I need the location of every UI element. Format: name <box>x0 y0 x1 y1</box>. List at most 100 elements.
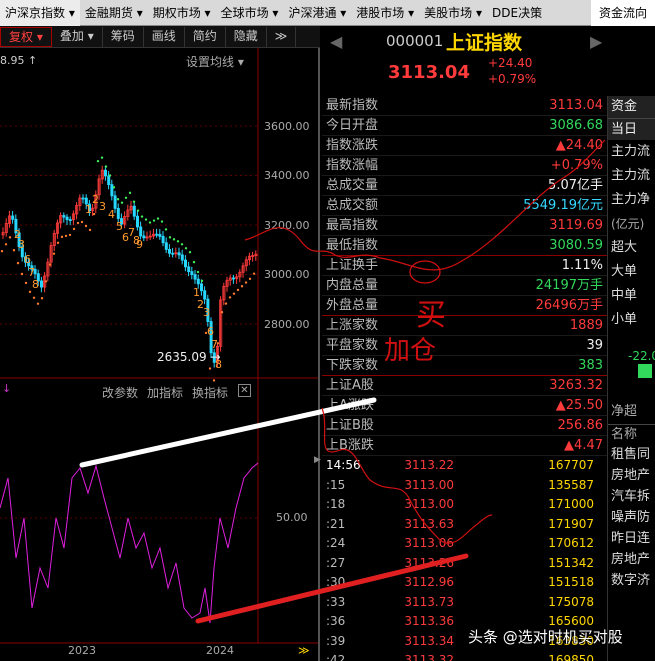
tick-t: :42 <box>326 653 346 661</box>
change-indicator-button[interactable]: 换指标 <box>192 384 228 401</box>
stop-dot <box>120 201 124 204</box>
sector-item[interactable]: 汽车拆 <box>608 486 655 507</box>
size-small: 小单 <box>611 312 638 327</box>
kline-chart[interactable]: 23678123456789123678 8.95 ↑ 设置均线 ▾ 3600.… <box>0 48 320 661</box>
candle-body <box>81 197 85 200</box>
draw-line-button[interactable]: 画线 <box>144 26 185 47</box>
quote-label: 指数涨幅 <box>326 158 379 173</box>
menu-options[interactable]: 期权市场 ▾ <box>148 0 216 26</box>
expand-icon[interactable]: ≫ <box>267 26 297 47</box>
menu-index[interactable]: 沪深京指数 ▾ <box>0 0 80 26</box>
stop-dot <box>200 279 204 283</box>
simple-mode-button[interactable]: 简约 <box>185 26 226 47</box>
td-label: 2 <box>92 193 99 206</box>
quote-label: 总成交额 <box>326 198 379 213</box>
tab-today[interactable]: 当日 <box>608 118 655 140</box>
sector-item[interactable]: 租售同 <box>608 444 655 465</box>
tick-p: 3113.00 <box>404 497 454 511</box>
menu-connect[interactable]: 沪深港通 ▾ <box>283 0 351 26</box>
chip-button[interactable]: 筹码 <box>103 26 144 47</box>
quote-value: ▲24.40 <box>555 138 603 153</box>
quote-value: 5549.19亿元 <box>523 198 603 213</box>
candle-body <box>183 259 187 268</box>
sector-item[interactable]: 数字济 <box>608 570 655 591</box>
candle-body <box>107 175 111 185</box>
sector-item[interactable]: 噪声防 <box>608 507 655 528</box>
tick-row: :27 3113.26 151342 <box>322 554 607 574</box>
quote-value: 3080.59 <box>549 238 603 253</box>
candle-body <box>199 283 203 292</box>
candle-body <box>190 271 194 276</box>
quote-label: 今日开盘 <box>326 118 379 133</box>
quote-row: 上证A股 3263.32 <box>322 376 607 396</box>
menu-us[interactable]: 美股市场 ▾ <box>419 0 487 26</box>
candle-body <box>231 277 235 280</box>
quote-row: 最高指数 3119.69 <box>322 216 607 236</box>
stop-dot <box>60 235 64 239</box>
tab-capital[interactable]: 资金 <box>608 96 655 118</box>
candle-body <box>113 195 117 209</box>
stop-dot <box>196 270 200 274</box>
candle-body <box>68 219 72 221</box>
flow-main-out: 主力流 <box>611 168 651 183</box>
stop-dot <box>40 297 44 300</box>
menu-futures[interactable]: 金融期货 ▾ <box>80 0 148 26</box>
indicator-toggle-icon[interactable]: ↓ <box>2 382 11 395</box>
unit-label: (亿元) <box>611 217 645 231</box>
candle-body <box>104 169 108 177</box>
stop-dot <box>96 159 100 163</box>
menu-global[interactable]: 全球市场 ▾ <box>216 0 284 26</box>
panel-splitter[interactable]: ▶ <box>314 455 322 475</box>
menu-dde[interactable]: DDE决策 <box>487 0 547 26</box>
tick-row: :42 3113.32 169850 <box>322 651 607 661</box>
x-tick-2024: 2024 <box>206 644 234 657</box>
modify-params-button[interactable]: 改参数 <box>102 384 138 401</box>
quote-row: 最新指数 3113.04 <box>322 96 607 116</box>
candle-body <box>155 233 159 236</box>
sector-item[interactable]: 房地产 <box>608 465 655 486</box>
next-arrow-icon[interactable]: ▶ <box>590 32 602 51</box>
size-medium: 中单 <box>611 288 638 303</box>
quote-value: 383 <box>578 358 603 373</box>
sector-item[interactable]: 房地产 <box>608 549 655 570</box>
tick-p: 3113.63 <box>404 516 454 531</box>
bar-value: -22.0 <box>628 349 655 363</box>
scroll-right-icon[interactable]: ≫ <box>298 644 310 657</box>
ma-setting[interactable]: 设置均线 ▾ <box>186 53 244 70</box>
tick-p: 3113.73 <box>404 594 454 609</box>
hide-button[interactable]: 隐藏 <box>226 26 267 47</box>
stop-dot <box>160 220 164 223</box>
stop-dot <box>208 367 212 370</box>
quote-label: 上涨家数 <box>326 318 379 333</box>
stop-dot <box>240 285 244 288</box>
menu-capital-flow[interactable]: 资金流向 <box>590 0 655 26</box>
quote-label: 平盘家数 <box>326 338 379 353</box>
sector-item[interactable]: 昨日连 <box>608 528 655 549</box>
quote-label: 内盘总量 <box>326 278 379 293</box>
candle-body <box>167 249 171 254</box>
menu-hk[interactable]: 港股市场 ▾ <box>351 0 419 26</box>
quote-label: 上B涨跌 <box>326 438 374 453</box>
stop-dot <box>156 217 160 220</box>
header-change: +24.40 <box>488 56 533 70</box>
td-label: 6 <box>207 325 214 338</box>
stop-dot <box>232 292 236 295</box>
prev-arrow-icon[interactable]: ◀ <box>330 32 342 51</box>
quote-value: 39 <box>586 338 603 353</box>
stop-dot <box>52 252 56 255</box>
stop-dot <box>112 186 116 189</box>
td-label: 9 <box>136 238 143 251</box>
stop-dot <box>136 209 140 212</box>
stock-name: 上证指数 <box>446 32 523 54</box>
add-indicator-button[interactable]: 加指标 <box>147 384 183 401</box>
tick-t: :33 <box>326 594 346 609</box>
tick-row: :24 3113.06 170612 <box>322 534 607 554</box>
overlay-button[interactable]: 叠加 ▾ <box>52 26 103 47</box>
quote-row: 上A涨跌 ▲25.50 <box>322 396 607 416</box>
restore-rights-button[interactable]: 复权 ▾ <box>0 26 52 47</box>
watermark: 头条 @选对时机买对股 <box>468 628 623 646</box>
stop-dot <box>220 311 224 314</box>
td-label: 8 <box>32 278 39 291</box>
tick-p: 3113.36 <box>404 614 454 628</box>
close-indicator-icon[interactable]: ✕ <box>238 384 251 397</box>
